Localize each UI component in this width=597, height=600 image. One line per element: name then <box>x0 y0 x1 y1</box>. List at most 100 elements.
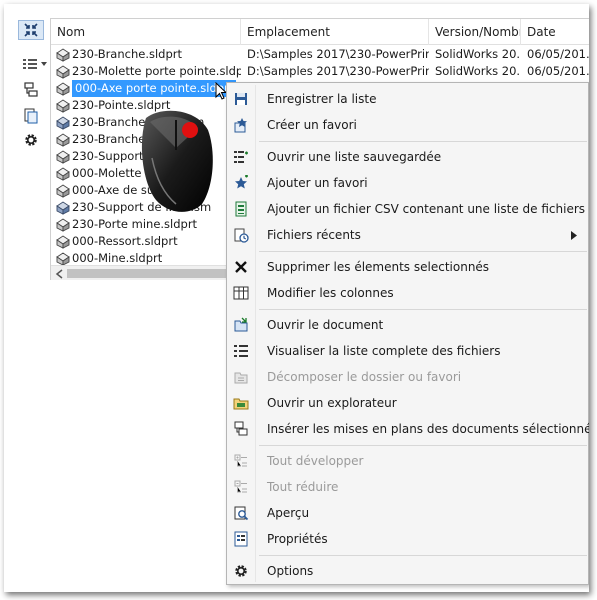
app-window: Nom Emplacement Version/Nombre Date 230-… <box>4 4 589 592</box>
column-header: Nom Emplacement Version/Nombre Date <box>51 19 589 45</box>
menu-separator <box>259 141 587 142</box>
part-file-icon <box>56 150 70 164</box>
menu-item-label: Ajouter un favori <box>267 176 368 190</box>
file-version: SolidWorks 20... <box>435 64 521 78</box>
menu-item-label: Visualiser la liste complete des fichier… <box>267 344 501 358</box>
document-list-icon <box>24 108 38 124</box>
file-name-cell[interactable]: 230-Molette porte pointe.sldprt <box>51 63 241 80</box>
menu-item-save[interactable]: Enregistrer la liste <box>229 87 587 111</box>
part-file-icon <box>56 99 70 113</box>
menu-item-label: Fichiers récents <box>267 228 361 242</box>
menu-item-label: Ouvrir une liste sauvegardée <box>267 150 442 164</box>
decompose-icon <box>234 372 248 384</box>
column-name-header[interactable]: Nom <box>51 19 241 45</box>
mouse-cursor-illustration <box>141 110 213 212</box>
menu-item-insert-drawings[interactable]: Insérer les mises en plans des documents… <box>229 417 589 441</box>
gear-icon <box>25 134 37 146</box>
part-file-icon <box>56 167 70 181</box>
menu-item-favorite-create[interactable]: Créer un favori <box>229 113 587 137</box>
file-name: 230-Porte mine.sldprt <box>72 217 198 231</box>
part-file-icon <box>56 252 70 266</box>
file-date: 06/05/201... <box>527 47 589 61</box>
csv-icon <box>235 201 247 217</box>
part-file-icon <box>56 65 70 79</box>
collapse-arrows-icon <box>24 23 38 37</box>
part-file-icon <box>56 218 70 232</box>
menu-item-csv[interactable]: Ajouter un fichier CSV contenant une lis… <box>229 197 587 221</box>
menu-item-add-favorite[interactable]: Ajouter un favori <box>229 171 587 195</box>
insert-drawings-icon <box>234 421 248 436</box>
menu-separator <box>259 555 587 556</box>
file-name-cell[interactable]: 000-Ressort.sldprt <box>51 233 241 250</box>
file-date: 06/05/201... <box>527 64 589 78</box>
menu-item-label: Modifier les colonnes <box>267 286 394 300</box>
delete-icon <box>235 261 247 273</box>
menu-separator <box>259 309 587 310</box>
menu-item-properties[interactable]: Propriétés <box>229 527 587 551</box>
menu-item-open-document[interactable]: Ouvrir le document <box>229 313 587 337</box>
menu-item-label: Tout réduire <box>267 480 339 494</box>
column-date-header[interactable]: Date <box>521 19 589 45</box>
column-location-header[interactable]: Emplacement <box>241 19 429 45</box>
file-name-cell[interactable]: 000-Axe porte pointe.sldprt <box>51 80 241 97</box>
file-row[interactable]: 230-Molette porte pointe.sldprt D:\Sample… <box>51 63 589 80</box>
tree-structure-button[interactable] <box>18 80 44 100</box>
assembly-file-icon <box>56 201 70 215</box>
part-file-icon <box>56 82 70 96</box>
menu-item-preview[interactable]: Aperçu <box>229 501 587 525</box>
file-name-cell[interactable]: 230-Porte mine.sldprt <box>51 216 241 233</box>
menu-item-label: Ajouter un fichier CSV contenant une lis… <box>267 202 586 216</box>
menu-item-gear[interactable]: Options <box>229 559 587 583</box>
gear-icon <box>235 565 247 577</box>
menu-item-expand-all[interactable]: Tout développer <box>229 449 587 473</box>
open-document-icon <box>234 317 248 332</box>
file-name: 000-Axe porte pointe.sldprt <box>72 80 237 97</box>
menu-item-label: Options <box>267 564 314 578</box>
menu-item-label: Aperçu <box>267 506 310 520</box>
menu-item-label: Insérer les mises en plans des documents… <box>267 422 589 436</box>
menu-item-collapse-all[interactable]: Tout réduire <box>229 475 587 499</box>
part-file-icon <box>56 48 70 62</box>
settings-button[interactable] <box>18 130 44 150</box>
part-file-icon <box>56 133 70 147</box>
menu-item-open-list[interactable]: Ouvrir une liste sauvegardée <box>229 145 587 169</box>
open-list-icon <box>234 151 248 163</box>
view-mode-dropdown[interactable] <box>18 54 52 74</box>
left-toolbar <box>14 16 50 276</box>
file-row[interactable]: 230-Branche.sldprt D:\Samples 2017\230-Po… <box>51 46 589 63</box>
file-version: SolidWorks 20... <box>435 47 521 61</box>
menu-item-explorer[interactable]: Ouvrir un explorateur <box>229 391 587 415</box>
scroll-left-icon[interactable] <box>55 269 65 279</box>
menu-item-label: Tout développer <box>267 454 364 468</box>
file-location: D:\Samples 2017\230-PowerPrint\... <box>247 64 429 78</box>
explorer-icon <box>233 398 249 410</box>
menu-item-label: Supprimer les élements selectionnés <box>267 260 490 274</box>
collapse-all-icon <box>234 480 247 493</box>
menu-item-columns[interactable]: Modifier les colonnes <box>229 281 587 305</box>
columns-icon <box>233 286 249 300</box>
menu-item-label: Ouvrir un explorateur <box>267 396 397 410</box>
context-menu: Enregistrer la liste Créer un favori Ouvri… <box>226 82 589 585</box>
menu-item-full-list[interactable]: Visualiser la liste complete des fichier… <box>229 339 587 363</box>
properties-icon <box>234 531 248 547</box>
menu-item-label: Décomposer le dossier ou favori <box>267 370 462 384</box>
menu-item-label: Enregistrer la liste <box>267 92 377 106</box>
menu-item-label: Créer un favori <box>267 118 357 132</box>
save-icon <box>235 93 247 105</box>
add-favorite-icon <box>235 175 248 189</box>
menu-item-recent-files[interactable]: Fichiers récents <box>229 223 587 247</box>
list-view-icon <box>23 59 47 69</box>
document-list-button[interactable] <box>18 106 44 126</box>
expand-all-icon <box>234 454 247 467</box>
favorite-create-icon <box>234 118 247 133</box>
menu-item-label: Ouvrir le document <box>267 318 384 332</box>
scrollbar-thumb[interactable] <box>67 269 227 278</box>
column-version-header[interactable]: Version/Nombre <box>429 19 521 45</box>
menu-item-decompose[interactable]: Décomposer le dossier ou favori <box>229 365 587 389</box>
submenu-arrow-icon <box>571 231 577 240</box>
part-file-icon <box>56 235 70 249</box>
menu-item-delete[interactable]: Supprimer les élements selectionnés <box>229 255 587 279</box>
collapse-toolbar-button[interactable] <box>18 20 44 40</box>
file-name-cell[interactable]: 230-Branche.sldprt <box>51 46 241 63</box>
file-name: 000-Ressort.sldprt <box>72 234 178 248</box>
